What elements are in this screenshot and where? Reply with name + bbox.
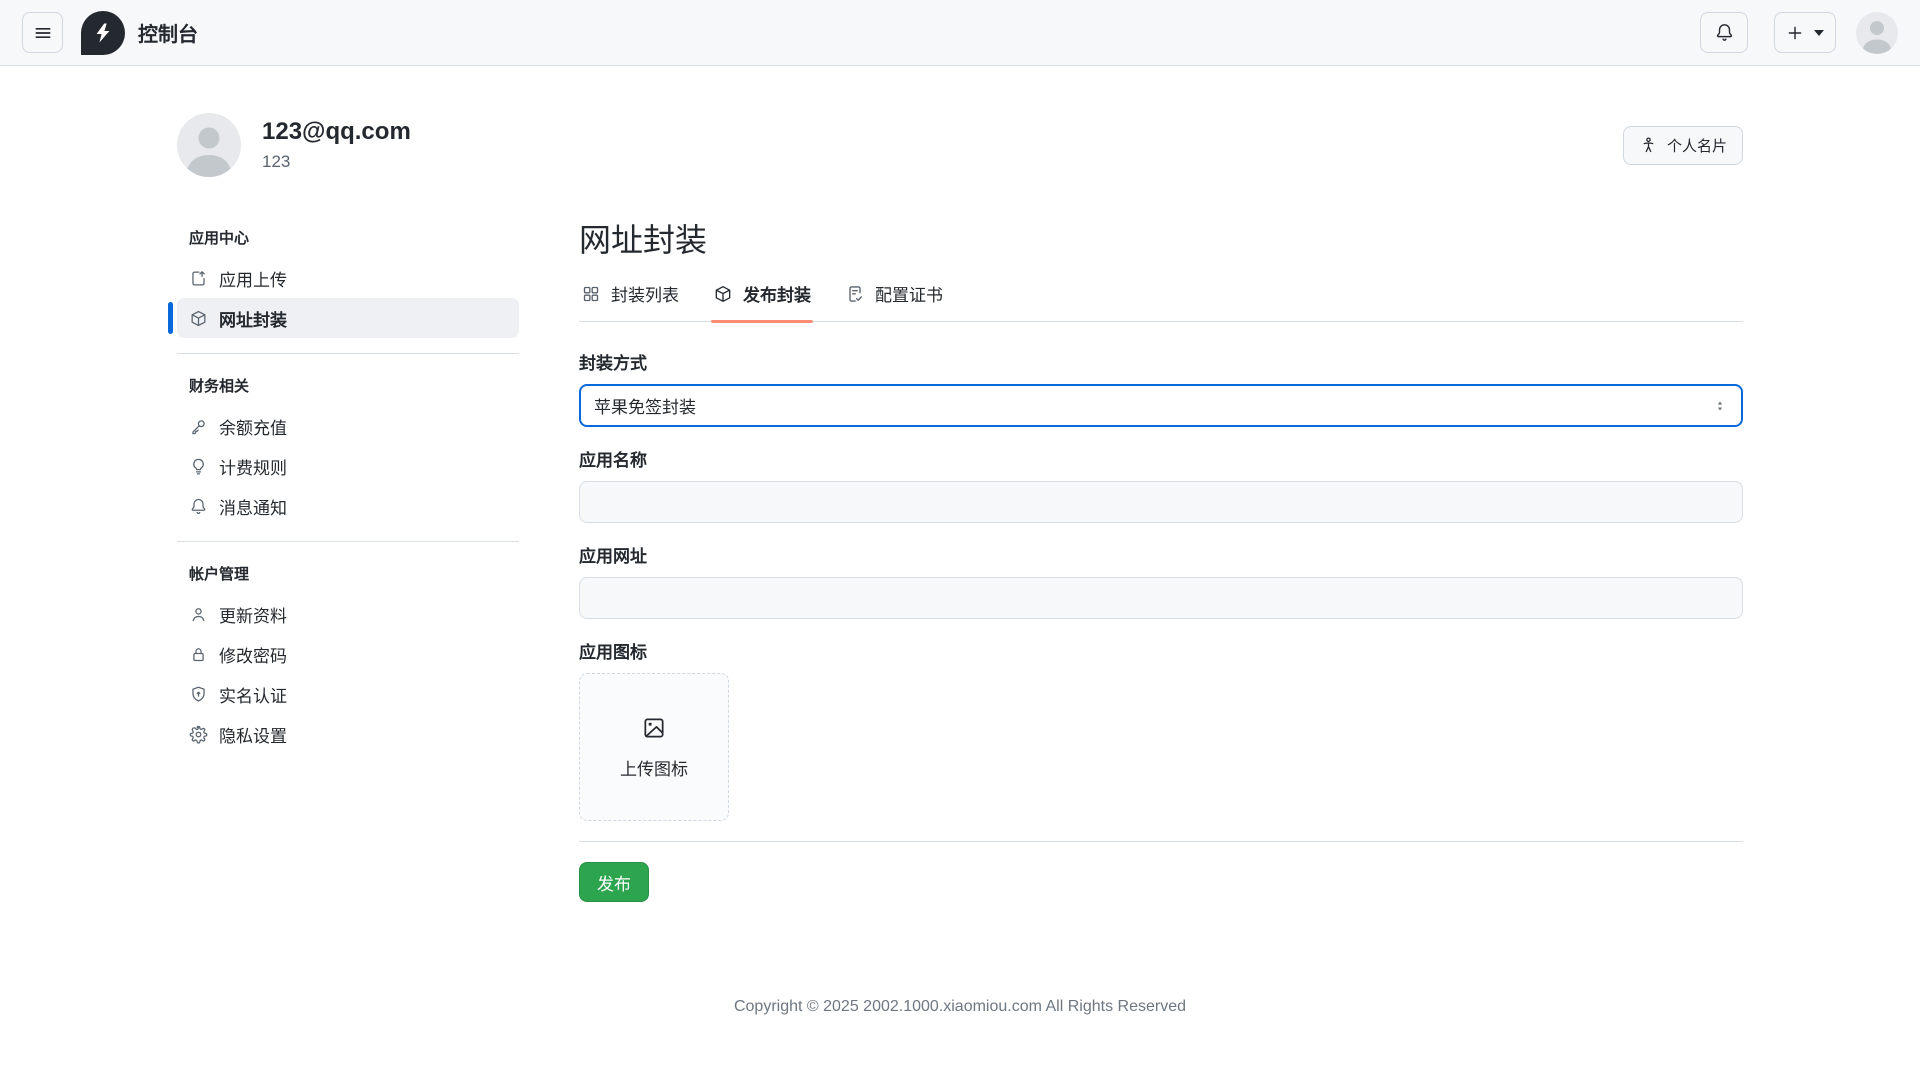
page-title: 网址封装 xyxy=(579,220,1743,260)
sidebar-item-billing-rules[interactable]: 计费规则 xyxy=(177,446,519,486)
apps-grid-icon xyxy=(581,284,601,304)
profile-header: 123@qq.com 123 个人名片 xyxy=(177,113,1743,177)
page-container: 123@qq.com 123 个人名片 应用中心 xyxy=(177,66,1743,1068)
lock-icon xyxy=(189,645,208,664)
key-icon xyxy=(189,417,208,436)
person-icon xyxy=(189,605,208,624)
sidebar-item-app-upload[interactable]: 应用上传 xyxy=(177,258,519,298)
tab-label: 配置证书 xyxy=(875,281,943,306)
sidebar-section-title: 财务相关 xyxy=(177,375,519,396)
profile-username: 123 xyxy=(262,152,411,172)
app-icon-label: 应用图标 xyxy=(579,638,1743,663)
app-name-input[interactable] xyxy=(579,481,1743,523)
hamburger-icon xyxy=(33,23,53,43)
sidebar-item-privacy-settings[interactable]: 隐私设置 xyxy=(177,714,519,754)
package-icon xyxy=(713,284,733,304)
app-url-input[interactable] xyxy=(579,577,1743,619)
sidebar-section-app-center: 应用中心 应用上传 xyxy=(177,227,519,338)
bell-icon xyxy=(189,497,208,516)
hamburger-menu-button[interactable] xyxy=(22,12,63,53)
page-footer: Copyright © 2025 2002.1000.xiaomiou.com … xyxy=(177,996,1743,1068)
sidebar-section-account: 帐户管理 更新资料 xyxy=(177,541,519,754)
sidebar-item-balance-recharge[interactable]: 余额充值 xyxy=(177,406,519,446)
avatar-placeholder-icon xyxy=(1856,12,1898,54)
upload-icon-text: 上传图标 xyxy=(620,755,688,780)
notifications-button[interactable] xyxy=(1700,12,1748,53)
main-content: 网址封装 封装列表 xyxy=(579,220,1743,902)
image-icon xyxy=(641,715,667,741)
sidebar-item-notifications[interactable]: 消息通知 xyxy=(177,486,519,526)
create-new-dropdown-button[interactable] xyxy=(1774,12,1836,53)
lightbulb-icon xyxy=(189,457,208,476)
tab-publish-package[interactable]: 发布封装 xyxy=(711,281,813,321)
caret-down-icon xyxy=(1814,30,1824,36)
app-name-label: 应用名称 xyxy=(579,446,1743,471)
sidebar-item-label: 应用上传 xyxy=(219,266,287,291)
app-title: 控制台 xyxy=(138,18,198,47)
tab-label: 封装列表 xyxy=(611,281,679,306)
upload-icon xyxy=(189,269,208,288)
profile-avatar[interactable] xyxy=(177,113,241,177)
sidebar-item-label: 隐私设置 xyxy=(219,722,287,747)
tab-bar: 封装列表 发布封装 xyxy=(579,281,1743,322)
package-method-select[interactable]: 苹果免签封装 xyxy=(579,384,1743,427)
tab-package-list[interactable]: 封装列表 xyxy=(579,281,681,321)
avatar-placeholder-icon xyxy=(177,113,241,177)
select-spinner-icon xyxy=(1712,398,1728,414)
sidebar-item-label: 修改密码 xyxy=(219,642,287,667)
plus-icon xyxy=(1786,24,1804,42)
sidebar-section-title: 应用中心 xyxy=(177,227,519,248)
copyright-text: Copyright © 2025 2002.1000.xiaomiou.com … xyxy=(734,998,1186,1015)
bell-icon xyxy=(1714,22,1735,43)
tab-configure-certificate[interactable]: 配置证书 xyxy=(843,281,945,321)
sidebar-section-title: 帐户管理 xyxy=(177,563,519,584)
app-url-label: 应用网址 xyxy=(579,542,1743,567)
sidebar-item-label: 计费规则 xyxy=(219,454,287,479)
profile-email: 123@qq.com xyxy=(262,118,411,147)
sidebar-item-change-password[interactable]: 修改密码 xyxy=(177,634,519,674)
sidebar-section-finance: 财务相关 余额充值 xyxy=(177,353,519,526)
sidebar-item-label: 网址封装 xyxy=(219,306,287,331)
person-figure-icon xyxy=(1639,136,1658,155)
user-avatar[interactable] xyxy=(1856,12,1898,54)
publish-button[interactable]: 发布 xyxy=(579,862,649,902)
form-divider xyxy=(579,841,1743,842)
sidebar-item-label: 更新资料 xyxy=(219,602,287,627)
sidebar-item-label: 消息通知 xyxy=(219,494,287,519)
content-layout: 应用中心 应用上传 xyxy=(177,227,1743,902)
sidebar-item-url-packaging[interactable]: 网址封装 xyxy=(177,298,519,338)
namecard-button-label: 个人名片 xyxy=(1667,135,1727,156)
sidebar-item-label: 实名认证 xyxy=(219,682,287,707)
gear-icon xyxy=(189,725,208,744)
publish-form: 封装方式 苹果免签封装 应用名称 应用网址 应用图标 xyxy=(579,349,1743,902)
checklist-icon xyxy=(845,284,865,304)
sidebar-nav: 应用中心 应用上传 xyxy=(177,227,519,902)
zap-logo-icon xyxy=(91,21,115,45)
sidebar-item-label: 余额充值 xyxy=(219,414,287,439)
tab-label: 发布封装 xyxy=(743,281,811,306)
icon-upload-dropzone[interactable]: 上传图标 xyxy=(579,673,729,821)
sidebar-item-identity-verification[interactable]: 实名认证 xyxy=(177,674,519,714)
package-method-selected-value: 苹果免签封装 xyxy=(594,393,1712,418)
personal-namecard-button[interactable]: 个人名片 xyxy=(1623,126,1743,165)
package-method-label: 封装方式 xyxy=(579,349,1743,374)
top-navbar: 控制台 xyxy=(0,0,1920,66)
shield-icon xyxy=(189,685,208,704)
app-logo[interactable] xyxy=(81,11,125,55)
sidebar-item-update-profile[interactable]: 更新资料 xyxy=(177,594,519,634)
profile-texts: 123@qq.com 123 xyxy=(262,118,411,172)
package-icon xyxy=(189,309,208,328)
